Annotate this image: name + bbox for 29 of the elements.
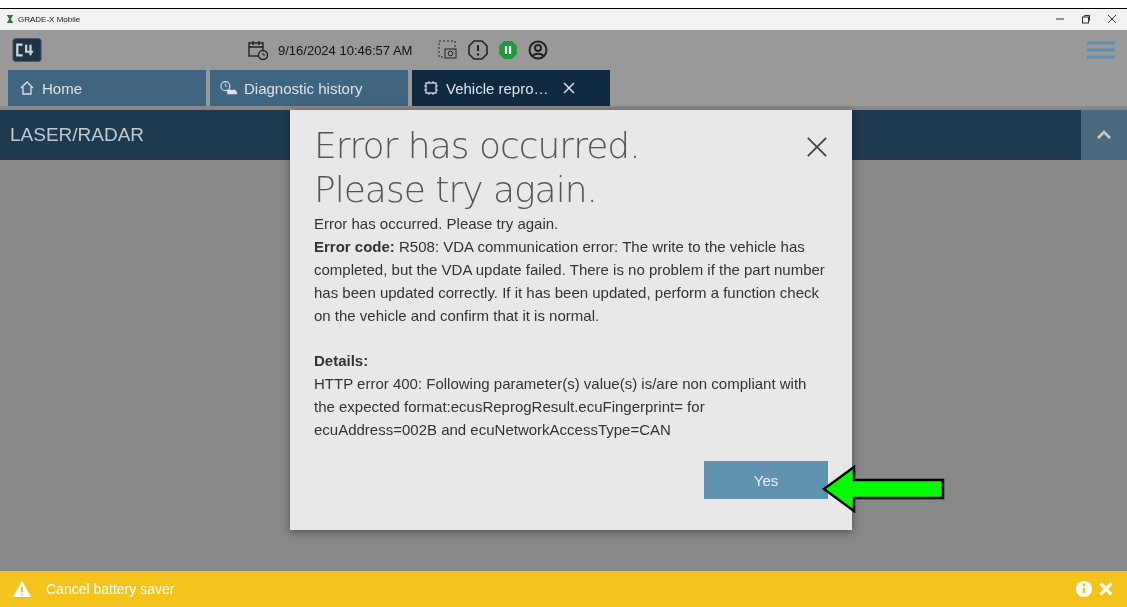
app-icon xyxy=(6,14,14,24)
window-title: GRADE-X Mobile xyxy=(18,14,81,24)
yes-button[interactable]: Yes xyxy=(704,461,828,499)
details-label: Details: xyxy=(314,351,370,371)
section-title: LASER/RADAR xyxy=(10,124,145,146)
chip-logo-icon xyxy=(12,37,42,63)
calendar-clock-icon xyxy=(248,40,268,60)
dialog-title: Error has occurred. xyxy=(314,124,640,168)
warning-icon xyxy=(12,580,32,598)
date-time: 9/16/2024 10:46:57 AM xyxy=(278,42,413,58)
close-icon[interactable] xyxy=(806,136,828,158)
close-icon[interactable] xyxy=(1107,14,1117,24)
alert-icon[interactable] xyxy=(468,40,489,60)
tab[interactable]: Home xyxy=(8,70,206,106)
error-details: HTTP error 400: Following parameter(s) value(s) is/are non compliant with the expected format:ecusReprogResult.ecuFingerprint= for ecuAddress=002B and ecuNetworkAccessType=CAN xyxy=(314,374,808,440)
chevron-icon xyxy=(1096,130,1112,140)
dialog-title: Please try again. xyxy=(314,168,598,212)
error-message: Error has occurred. Please try again. xyxy=(314,214,560,234)
restore-icon[interactable] xyxy=(1081,14,1091,24)
car-clock-icon xyxy=(220,80,238,96)
screenshot-icon[interactable] xyxy=(438,40,459,60)
chip-icon xyxy=(422,80,440,96)
tab[interactable]: Diagnostic history xyxy=(210,70,408,106)
tab[interactable]: Vehicle repro… xyxy=(412,70,610,106)
error-description: Error code: R508: VDA communication error: The write to the vehicle has completed, but the VDA update failed. There is no problem if the part number has been updated correctly. If it has been updated, perform a function check on the vehicle and confirm that it is normal. xyxy=(314,237,826,326)
home-icon xyxy=(18,80,36,96)
user-icon[interactable] xyxy=(528,40,549,60)
pause-icon[interactable] xyxy=(498,40,519,60)
close-tab-icon[interactable] xyxy=(562,82,575,94)
